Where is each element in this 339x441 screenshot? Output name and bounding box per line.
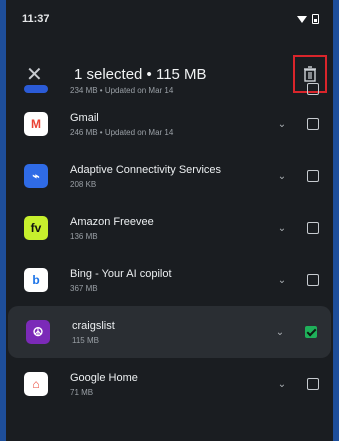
right-border (333, 0, 339, 441)
gmail-icon: M (24, 112, 48, 136)
chevron-down-icon[interactable]: ⌄ (275, 379, 289, 390)
list-item[interactable]: ⌁ Adaptive Connectivity Services 208 KB … (6, 150, 333, 202)
app-meta: 71 MB (70, 387, 94, 397)
list-item[interactable]: M Gmail 246 MB • Updated on Mar 14 ⌄ (6, 98, 333, 150)
app-meta: 115 MB (72, 335, 99, 345)
adaptive-connectivity-icon: ⌁ (24, 164, 48, 188)
app-meta: 246 MB • Updated on Mar 14 (70, 127, 174, 137)
chevron-down-icon[interactable]: ⌄ (275, 223, 289, 234)
checkbox-checked[interactable] (305, 326, 317, 338)
partial-icon (24, 85, 48, 93)
chevron-down-icon[interactable]: ⌄ (275, 275, 289, 286)
screen: 11:37 ✕ 1 selected • 115 MB 234 MB • Upd… (0, 0, 339, 441)
app-meta: 234 MB • Updated on Mar 14 (70, 86, 174, 95)
checkbox[interactable] (307, 378, 319, 390)
app-name: Gmail (70, 111, 99, 124)
chevron-down-icon[interactable]: ⌄ (275, 119, 289, 130)
time: 11:37 (22, 13, 50, 25)
list-item[interactable]: fv Amazon Freevee 136 MB ⌄ (6, 202, 333, 254)
checkbox[interactable] (307, 83, 319, 95)
chevron-down-icon[interactable]: ⌄ (275, 171, 289, 182)
app-meta: 136 MB (70, 231, 98, 241)
app-list: 234 MB • Updated on Mar 14 M Gmail 246 M… (6, 83, 333, 410)
wifi-icon (297, 15, 307, 23)
freevee-icon: fv (24, 216, 48, 240)
battery-icon (312, 14, 319, 24)
checkbox[interactable] (307, 222, 319, 234)
craigslist-icon: ☮ (26, 320, 50, 344)
status-bar: 11:37 (6, 0, 333, 38)
list-item-selected[interactable]: ☮ craigslist 115 MB ⌄ (8, 306, 331, 358)
google-home-icon: ⌂ (24, 372, 48, 396)
bing-icon: b (24, 268, 48, 292)
list-item[interactable]: 234 MB • Updated on Mar 14 (6, 80, 333, 98)
chevron-down-icon[interactable]: ⌄ (273, 327, 287, 338)
app-name: Google Home (70, 371, 138, 384)
status-icons (297, 14, 319, 24)
app-name: Amazon Freevee (70, 215, 154, 228)
list-item[interactable]: ⌂ Google Home 71 MB ⌄ (6, 358, 333, 410)
app-name: craigslist (72, 319, 115, 332)
app-meta: 367 MB (70, 283, 98, 293)
checkbox[interactable] (307, 118, 319, 130)
list-item[interactable]: b Bing - Your AI copilot 367 MB ⌄ (6, 254, 333, 306)
app-meta: 208 KB (70, 179, 97, 189)
app-name: Adaptive Connectivity Services (70, 163, 222, 176)
checkbox[interactable] (307, 274, 319, 286)
app-name: Bing - Your AI copilot (70, 267, 172, 280)
checkbox[interactable] (307, 170, 319, 182)
